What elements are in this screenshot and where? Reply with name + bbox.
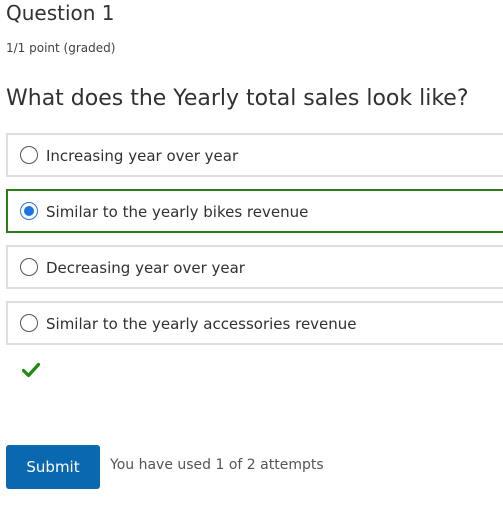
choice-label: Increasing year over year [46, 147, 239, 165]
choice-label: Similar to the yearly accessories revenu… [46, 315, 357, 333]
choice-label: Similar to the yearly bikes revenue [46, 203, 309, 221]
choice-decreasing[interactable]: Decreasing year over year [6, 245, 503, 289]
choice-similar-bikes[interactable]: Similar to the yearly bikes revenue [6, 189, 503, 233]
choice-similar-accessories[interactable]: Similar to the yearly accessories revenu… [6, 301, 503, 345]
question-heading: Question 1 [6, 1, 115, 25]
radio-button[interactable] [20, 314, 38, 332]
radio-button[interactable] [20, 258, 38, 276]
radio-button-selected[interactable] [20, 202, 38, 220]
attempts-text: You have used 1 of 2 attempts [110, 457, 324, 473]
choice-label: Decreasing year over year [46, 259, 245, 277]
checkmark-icon [22, 362, 40, 378]
submit-button[interactable]: Submit [6, 445, 100, 489]
choice-increasing[interactable]: Increasing year over year [6, 133, 503, 177]
question-prompt: What does the Yearly total sales look li… [6, 86, 469, 111]
radio-button[interactable] [20, 146, 38, 164]
points-label: 1/1 point (graded) [6, 41, 116, 55]
